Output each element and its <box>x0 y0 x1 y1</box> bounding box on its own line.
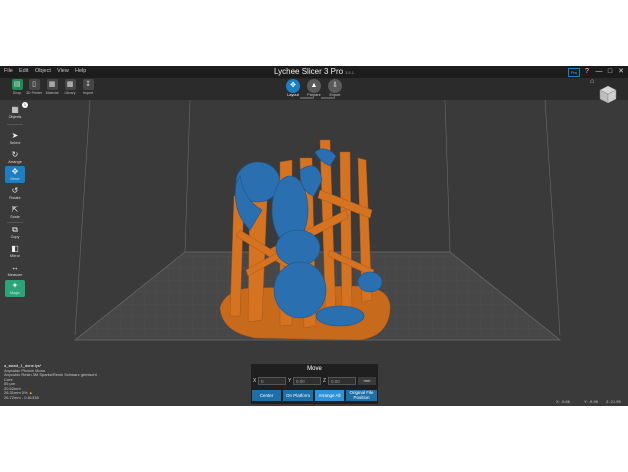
step-export-label[interactable]: Export <box>325 93 345 97</box>
select-label: Select <box>9 141 21 145</box>
magic-button[interactable]: ✦ Magic <box>5 280 25 297</box>
measure-icon: ↔ <box>11 263 19 272</box>
mirror-button[interactable]: ◧ Mirror <box>5 243 25 260</box>
menu-bar: File Edit Object View Help Lychee Slicer… <box>0 66 628 78</box>
step-prepare-icon[interactable]: ▲ <box>307 79 321 93</box>
import-icon: ↧ <box>82 79 94 90</box>
scale-button[interactable]: ⇱ Scale <box>5 204 25 221</box>
step-layout-icon[interactable]: ✥ <box>286 79 300 93</box>
close-button[interactable]: ✕ <box>616 67 626 76</box>
maximize-button[interactable]: □ <box>605 67 615 76</box>
move-icon: ✥ <box>11 167 19 176</box>
magic-icon: ✦ <box>11 281 19 290</box>
on-platform-button[interactable]: On Platform <box>283 390 313 401</box>
panel-divider <box>7 124 23 125</box>
material-button[interactable]: ▦ Material <box>44 79 60 99</box>
axis-z-label: Z <box>323 378 327 384</box>
axis-x-label: X <box>253 378 257 384</box>
z-input[interactable]: 0.00 <box>328 377 356 385</box>
objects-count-badge: 1 <box>22 102 28 108</box>
material-icon: ▦ <box>46 79 58 90</box>
arrange-icon: ↻ <box>11 150 19 159</box>
original-position-line2: Position <box>353 394 370 400</box>
panel-divider <box>7 222 23 223</box>
scale-label: Scale <box>10 215 20 219</box>
mirror-icon: ◧ <box>11 244 19 253</box>
library-button[interactable]: ▩ Library <box>62 79 78 99</box>
scene-info: a_stand_1_done.lys* Anycubic Photon Mono… <box>4 363 144 400</box>
3d-printer-label: 3D Printer <box>26 91 43 95</box>
copy-label: Copy <box>10 235 20 239</box>
measure-button[interactable]: ↔ Measure <box>5 262 25 279</box>
move-panel-title: Move <box>307 366 322 372</box>
pro-badge[interactable]: Pro <box>568 68 580 77</box>
pointer-icon: ➤ <box>11 131 19 140</box>
arrange-all-button[interactable]: Arrange All <box>315 390 344 401</box>
y-input[interactable]: 0.00 <box>293 377 321 385</box>
lychee-slicer-window: File Edit Object View Help Lychee Slicer… <box>0 66 628 406</box>
app-version: 3.5.1 <box>345 70 354 75</box>
step-export-icon[interactable]: ⇩ <box>328 79 342 93</box>
center-button[interactable]: Center <box>252 390 281 401</box>
move-button[interactable]: ✥ Move <box>5 166 25 183</box>
shop-icon: ▤ <box>11 79 23 90</box>
material-label: Material <box>45 91 59 95</box>
original-position-button[interactable]: Original File Position <box>346 390 377 401</box>
volume-info: 26.72mm - 0.81338 <box>4 394 39 400</box>
step-prepare-label[interactable]: Prepare <box>304 93 324 97</box>
magic-label: Magic <box>9 291 21 295</box>
coord-z: Z: 21.95 <box>606 399 621 404</box>
step-connector <box>321 97 335 99</box>
objects-icon: ▦ <box>11 105 19 114</box>
view-cube[interactable] <box>598 84 618 104</box>
rotate-button[interactable]: ↺ Rotate <box>5 185 25 202</box>
rotate-icon: ↺ <box>11 186 19 195</box>
library-icon: ▩ <box>64 79 76 90</box>
move-label: Move <box>10 177 20 181</box>
3d-viewport[interactable] <box>0 100 628 406</box>
axis-y-label: Y <box>288 378 292 384</box>
app-title-text: Lychee Slicer 3 Pro <box>274 67 344 76</box>
3d-printer-icon: ▯ <box>28 79 40 90</box>
3d-printer-button[interactable]: ▯ 3D Printer <box>26 79 42 99</box>
home-view-icon[interactable]: ⌂ <box>590 78 594 85</box>
help-button[interactable]: ? <box>582 67 592 76</box>
library-label: Library <box>64 91 76 95</box>
measure-label: Measure <box>7 273 23 277</box>
arrange-button[interactable]: ↻ Arrange <box>5 149 25 166</box>
copy-icon: ⧉ <box>12 225 18 234</box>
objects-button[interactable]: ▦ Objects 1 <box>5 102 28 121</box>
step-connector <box>300 97 314 99</box>
top-toolbar: ▤ Shop ▯ 3D Printer ▦ Material ▩ Library… <box>0 78 628 100</box>
shop-label: Shop <box>12 91 22 95</box>
scale-icon: ⇱ <box>11 205 19 214</box>
mirror-label: Mirror <box>10 254 20 258</box>
select-button[interactable]: ➤ Select <box>5 130 25 147</box>
copy-button[interactable]: ⧉ Copy <box>5 224 25 241</box>
import-button[interactable]: ↧ Import <box>80 79 96 99</box>
coord-y: Y: -9.98 <box>584 399 598 404</box>
import-label: Import <box>82 91 94 95</box>
shop-button[interactable]: ▤ Shop <box>9 79 25 99</box>
unit-button[interactable]: mm <box>358 377 376 385</box>
step-layout-label[interactable]: Layout <box>283 93 303 97</box>
x-input[interactable]: 0 <box>258 377 286 385</box>
objects-label: Objects <box>8 115 22 119</box>
rotate-label: Rotate <box>9 196 21 200</box>
arrange-label: Arrange <box>8 160 22 164</box>
minimize-button[interactable]: — <box>594 67 604 76</box>
coord-x: X: -5.66 <box>556 399 571 404</box>
